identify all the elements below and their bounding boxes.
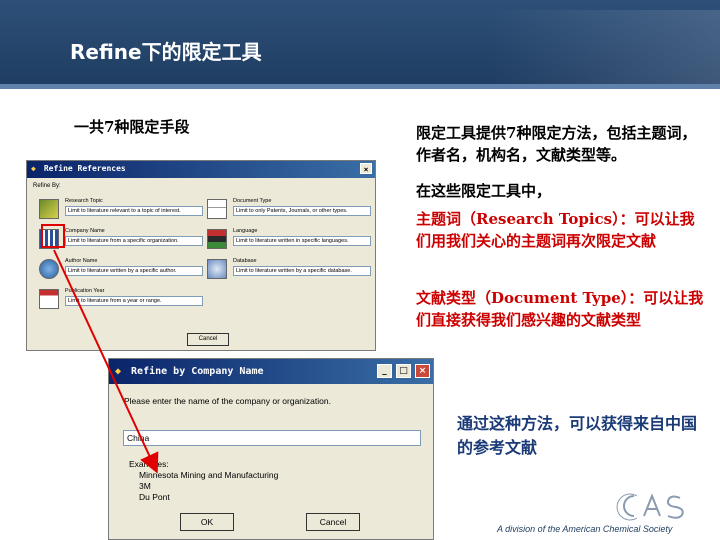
examples-block: Examples: Minnesota Mining and Manufactu…	[129, 459, 278, 503]
research-topic-icon[interactable]	[39, 199, 59, 219]
example-item: 3M	[139, 481, 151, 491]
dialog-title: Refine by Company Name	[131, 366, 264, 377]
cancel-button[interactable]: Cancel	[306, 513, 360, 531]
dialog-titlebar: ◆ Refine References ×	[27, 161, 375, 178]
dialog-title: Refine References	[43, 164, 126, 173]
option-name: Research Topic	[65, 198, 103, 204]
option-language[interactable]: Language Limit to literature written in …	[207, 227, 372, 257]
company-name-highlight	[41, 224, 65, 248]
paragraph-document-type: 文献类型（Document Type）：可以让我们直接获得我们感兴趣的文献类型	[416, 289, 704, 329]
option-database[interactable]: Database Limit to literature written by …	[207, 257, 372, 287]
example-item: Minnesota Mining and Manufacturing	[139, 470, 279, 480]
slide-header: Refine下的限定工具	[0, 0, 720, 84]
app-icon: ◆	[115, 366, 122, 377]
example-item: Du Pont	[139, 492, 170, 502]
option-desc: Limit to literature written by a specifi…	[65, 266, 203, 276]
option-desc: Limit to literature from a specific orga…	[65, 236, 203, 246]
dialog-titlebar: ◆ Refine by Company Name _ □ ×	[109, 359, 433, 384]
publication-year-icon[interactable]	[39, 289, 59, 309]
option-desc: Limit to literature written in specific …	[233, 236, 371, 246]
minimize-icon[interactable]: _	[377, 364, 392, 378]
option-name: Company Name	[65, 228, 105, 234]
option-author-name[interactable]: Author Name Limit to literature written …	[39, 257, 204, 287]
company-prompt: Please enter the name of the company or …	[124, 396, 331, 406]
slide-subtitle: 一共7种限定手段	[74, 118, 190, 136]
option-desc: Limit to literature relevant to a topic …	[65, 206, 203, 216]
cancel-button[interactable]: Cancel	[187, 333, 229, 346]
cas-logo	[616, 493, 684, 521]
author-name-icon[interactable]	[39, 259, 59, 279]
header-background-image	[490, 10, 720, 84]
database-icon[interactable]	[207, 259, 227, 279]
option-name: Database	[233, 258, 257, 264]
option-name: Publication Year	[65, 288, 105, 294]
option-research-topic[interactable]: Research Topic Limit to literature relev…	[39, 197, 204, 227]
option-name: Document Type	[233, 198, 272, 204]
maximize-icon[interactable]: □	[396, 364, 411, 378]
ok-button[interactable]: OK	[180, 513, 234, 531]
option-publication-year[interactable]: Publication Year Limit to literature fro…	[39, 287, 204, 317]
app-icon: ◆	[31, 164, 36, 173]
paragraph-china-result: 通过这种方法，可以获得来自中国的参考文献	[457, 414, 698, 457]
header-stripe	[0, 84, 720, 89]
footer-text: A division of the American Chemical Soci…	[497, 524, 673, 534]
option-desc: Limit to literature written by a specifi…	[233, 266, 371, 276]
option-name: Language	[233, 228, 258, 234]
paragraph-research-topics: 主题词（Research Topics）：可以让我们用我们关心的主题词再次限定文…	[416, 210, 695, 250]
close-icon[interactable]: ×	[415, 364, 430, 378]
document-type-icon[interactable]	[207, 199, 227, 219]
examples-label: Examples:	[129, 459, 169, 469]
paragraph-among: 在这些限定工具中，	[416, 182, 552, 200]
slide-title: Refine下的限定工具	[70, 40, 262, 64]
option-desc: Limit to only Patents, Journals, or othe…	[233, 206, 371, 216]
company-name-input[interactable]: China	[123, 430, 421, 446]
option-desc: Limit to literature from a year or range…	[65, 296, 203, 306]
refine-by-company-dialog: ◆ Refine by Company Name _ □ × Please ent…	[108, 358, 434, 540]
refine-references-dialog: ◆ Refine References × Refine By: Research…	[26, 160, 376, 351]
refine-by-label: Refine By:	[33, 183, 61, 189]
close-icon[interactable]: ×	[360, 163, 372, 174]
option-name: Author Name	[65, 258, 98, 264]
option-document-type[interactable]: Document Type Limit to only Patents, Jou…	[207, 197, 372, 227]
paragraph-intro: 限定工具提供7种限定方法，包括主题词，作者名，机构名，文献类型等。	[416, 124, 697, 164]
language-icon[interactable]	[207, 229, 227, 249]
